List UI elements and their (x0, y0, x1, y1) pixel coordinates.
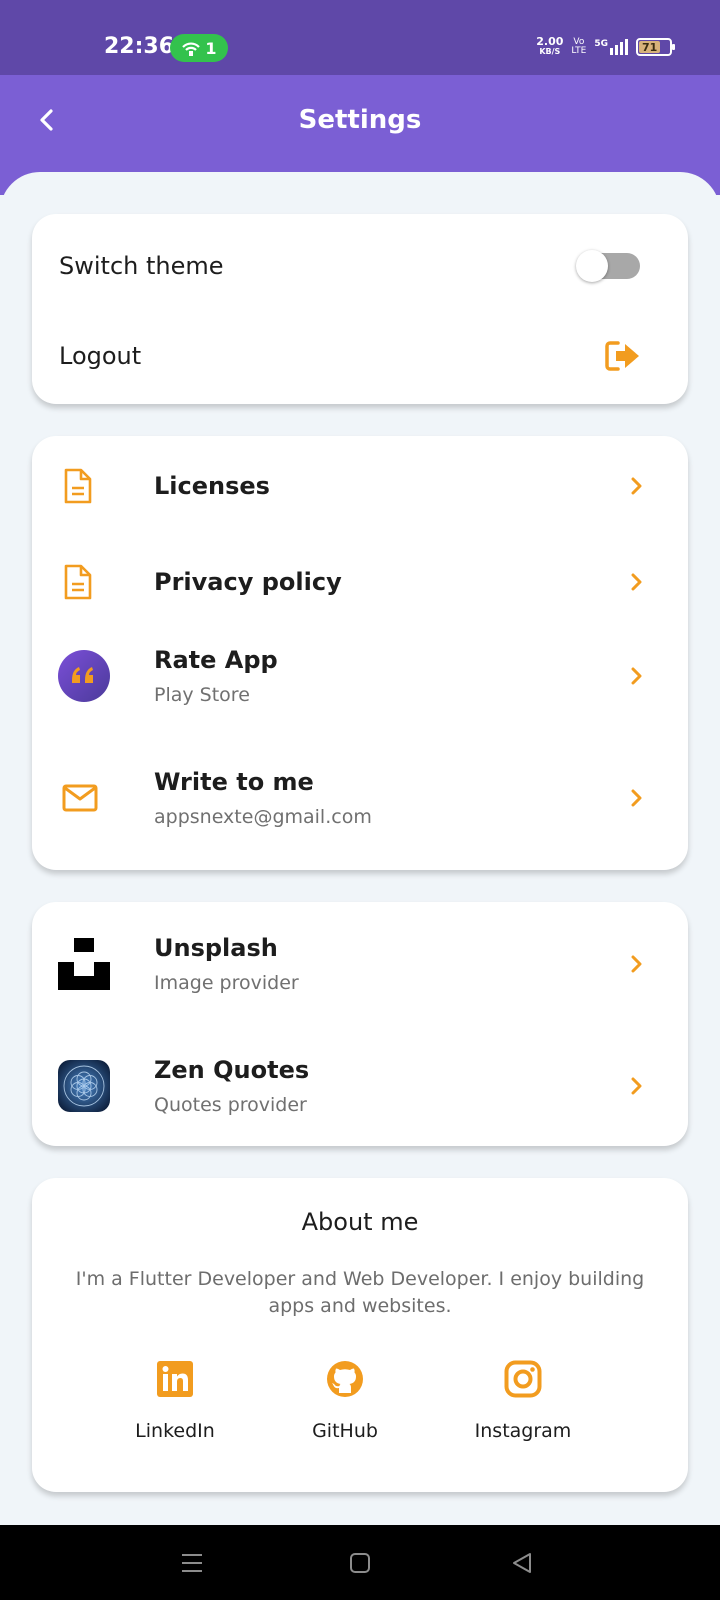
hotspot-indicator: 1 (170, 34, 228, 62)
battery-level: 71 (639, 41, 661, 54)
about-title: About me (301, 1208, 419, 1236)
zen-quotes-subtitle: Quotes provider (154, 1094, 307, 1116)
chevron-right-icon (631, 573, 642, 591)
unsplash-texts: Unsplash Image provider (154, 934, 299, 994)
instagram-label: Instagram (474, 1420, 572, 1442)
battery-icon: 71 (636, 38, 675, 56)
write-to-me-texts: Write to me appsnexte@gmail.com (154, 768, 372, 828)
status-icons: 2.00 KB/S Vo LTE 5G 71 (536, 35, 675, 57)
privacy-policy-row[interactable]: Privacy policy (32, 554, 688, 610)
chevron-right-icon (631, 667, 642, 685)
linkedin-label: LinkedIn (135, 1420, 215, 1442)
about-card: About me I'm a Flutter Developer and Web… (32, 1178, 688, 1492)
status-bar: 22:36 1 2.00 KB/S Vo LTE 5G 71 (0, 0, 720, 75)
instagram-icon (504, 1360, 542, 1398)
document-icon (64, 468, 92, 504)
system-nav-bar (0, 1525, 720, 1600)
signal-icon: 5G (594, 39, 628, 55)
logout-label: Logout (59, 342, 142, 370)
privacy-policy-label: Privacy policy (154, 568, 342, 596)
net-speed: 2.00 KB/S (536, 35, 564, 56)
preferences-card: Switch theme Logout (32, 214, 688, 404)
write-to-me-row[interactable]: Write to me appsnexte@gmail.com (32, 758, 688, 838)
email-address: appsnexte@gmail.com (154, 806, 372, 828)
status-time: 22:36 (104, 34, 175, 59)
licenses-row[interactable]: Licenses (32, 458, 688, 514)
mail-icon (62, 784, 98, 812)
menu-icon[interactable] (180, 1551, 204, 1575)
home-icon[interactable] (348, 1551, 372, 1575)
write-to-me-label: Write to me (154, 768, 314, 796)
zen-quotes-label: Zen Quotes (154, 1056, 310, 1084)
links-card: Licenses Privacy policy Rate App Play St… (32, 436, 688, 870)
rate-app-texts: Rate App Play Store (154, 646, 278, 706)
chevron-right-icon (631, 955, 642, 973)
theme-toggle[interactable] (576, 250, 640, 282)
rate-app-label: Rate App (154, 646, 278, 674)
rate-app-row[interactable]: Rate App Play Store (32, 636, 688, 716)
unsplash-label: Unsplash (154, 934, 278, 962)
providers-card: Unsplash Image provider Zen Quotes Quote… (32, 902, 688, 1146)
toggle-knob (576, 250, 608, 282)
github-label: GitHub (312, 1420, 378, 1442)
unsplash-subtitle: Image provider (154, 972, 299, 994)
licenses-label: Licenses (154, 472, 270, 500)
github-link[interactable]: GitHub (270, 1360, 420, 1442)
chevron-right-icon (631, 1077, 642, 1095)
logout-row[interactable]: Logout (32, 334, 688, 378)
hotspot-icon (182, 42, 201, 56)
unsplash-logo (58, 938, 110, 990)
unsplash-row[interactable]: Unsplash Image provider (32, 924, 688, 1004)
switch-theme-row[interactable]: Switch theme (32, 244, 688, 288)
quote-icon (58, 650, 110, 702)
chevron-right-icon (631, 477, 642, 495)
document-icon (64, 564, 92, 600)
linkedin-icon (157, 1361, 193, 1397)
switch-theme-label: Switch theme (59, 252, 224, 280)
rate-app-subtitle: Play Store (154, 684, 250, 706)
logout-icon[interactable] (604, 340, 642, 372)
zen-quotes-logo (58, 1060, 110, 1112)
zen-quotes-texts: Zen Quotes Quotes provider (154, 1056, 309, 1116)
linkedin-link[interactable]: LinkedIn (100, 1360, 250, 1442)
back-nav-icon[interactable] (510, 1551, 534, 1575)
github-icon (327, 1361, 363, 1397)
page-title: Settings (298, 105, 422, 135)
hotspot-count: 1 (205, 38, 217, 58)
chevron-right-icon (631, 789, 642, 807)
volte-indicator: Vo LTE (571, 37, 587, 56)
instagram-link[interactable]: Instagram (448, 1360, 598, 1442)
zen-quotes-row[interactable]: Zen Quotes Quotes provider (32, 1046, 688, 1126)
about-text: I'm a Flutter Developer and Web Develope… (75, 1268, 645, 1317)
